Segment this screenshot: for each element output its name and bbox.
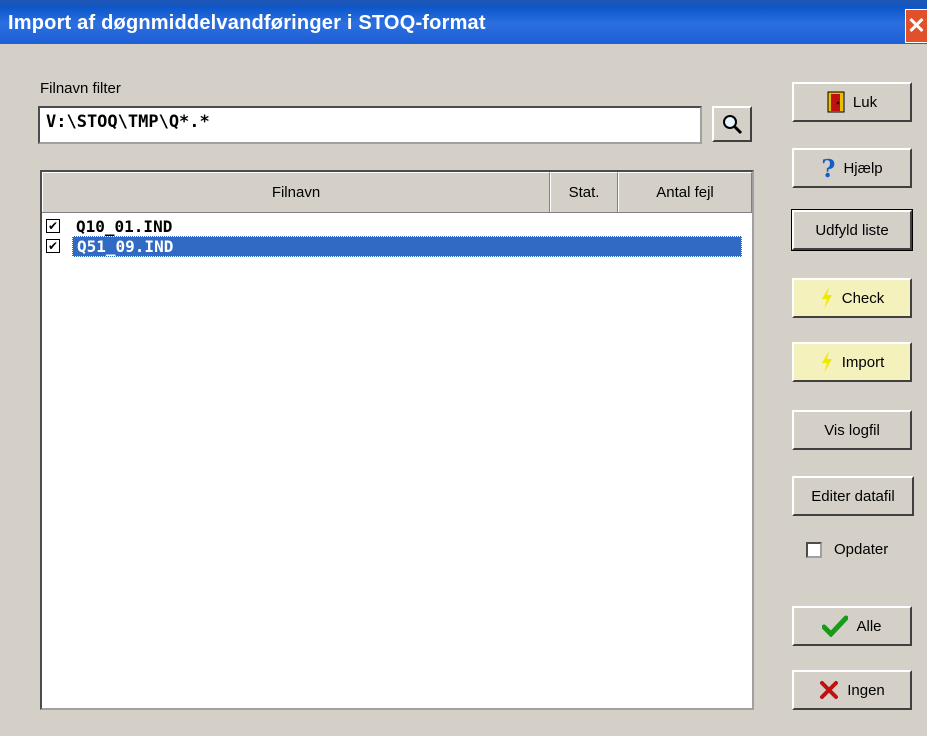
magnifier-icon [723,115,743,135]
column-header-stat[interactable]: Stat. [550,172,618,212]
column-header-filnavn[interactable]: Filnavn [42,172,550,212]
file-name: Q10_01.IND [76,216,173,236]
vis-logfil-button[interactable]: Vis logfil [792,410,912,450]
file-name: Q51_09.IND [72,235,742,257]
list-header: Filnavn Stat. Antal fejl [42,172,752,213]
check-label: Check [841,289,885,307]
luk-button[interactable]: Luk [792,82,912,122]
help-button[interactable]: ? Hjælp [792,148,912,188]
opdater-box[interactable] [806,541,822,558]
row-checkbox[interactable]: ✔ [46,219,60,233]
alle-button[interactable]: Alle [792,606,912,646]
title-bar: Import af døgnmiddelvandføringer i STOQ-… [0,0,927,44]
list-item[interactable]: ✔ Q51_09.IND [46,235,742,257]
checkmark-icon [822,615,849,637]
vis-logfil-label: Vis logfil [824,421,880,439]
column-header-antal-fejl[interactable]: Antal fejl [618,172,752,212]
search-button[interactable] [712,106,752,142]
row-checkbox[interactable]: ✔ [46,239,60,253]
cross-icon [820,681,839,699]
opdater-checkbox[interactable]: Opdater [806,541,888,558]
help-label: Hjælp [843,159,883,177]
editer-datafil-label: Editer datafil [811,487,895,505]
filter-label: Filnavn filter [40,80,121,97]
filter-input[interactable]: V:\STOQ\TMP\Q*.* [38,106,702,144]
udfyld-liste-button[interactable]: Udfyld liste [791,209,913,251]
lightning-icon [821,287,832,309]
alle-label: Alle [856,617,882,635]
import-button[interactable]: Import [792,342,912,382]
opdater-label: Opdater [834,541,889,558]
list-item[interactable]: ✔ Q10_01.IND [46,216,176,236]
door-icon [827,91,845,113]
ingen-button[interactable]: Ingen [792,670,912,710]
ingen-label: Ingen [847,681,885,699]
help-icon: ? [821,153,836,183]
file-list[interactable]: Filnavn Stat. Antal fejl ✔ Q10_01.IND ✔ … [40,170,754,710]
lightning-icon [821,351,832,373]
udfyld-liste-label: Udfyld liste [815,221,889,239]
close-icon: ✕ [907,13,926,38]
close-button[interactable]: ✕ [905,9,927,43]
window-title: Import af døgnmiddelvandføringer i STOQ-… [8,12,486,34]
luk-label: Luk [852,93,878,111]
check-button[interactable]: Check [792,278,912,318]
import-label: Import [841,353,885,371]
editer-datafil-button[interactable]: Editer datafil [792,476,914,516]
